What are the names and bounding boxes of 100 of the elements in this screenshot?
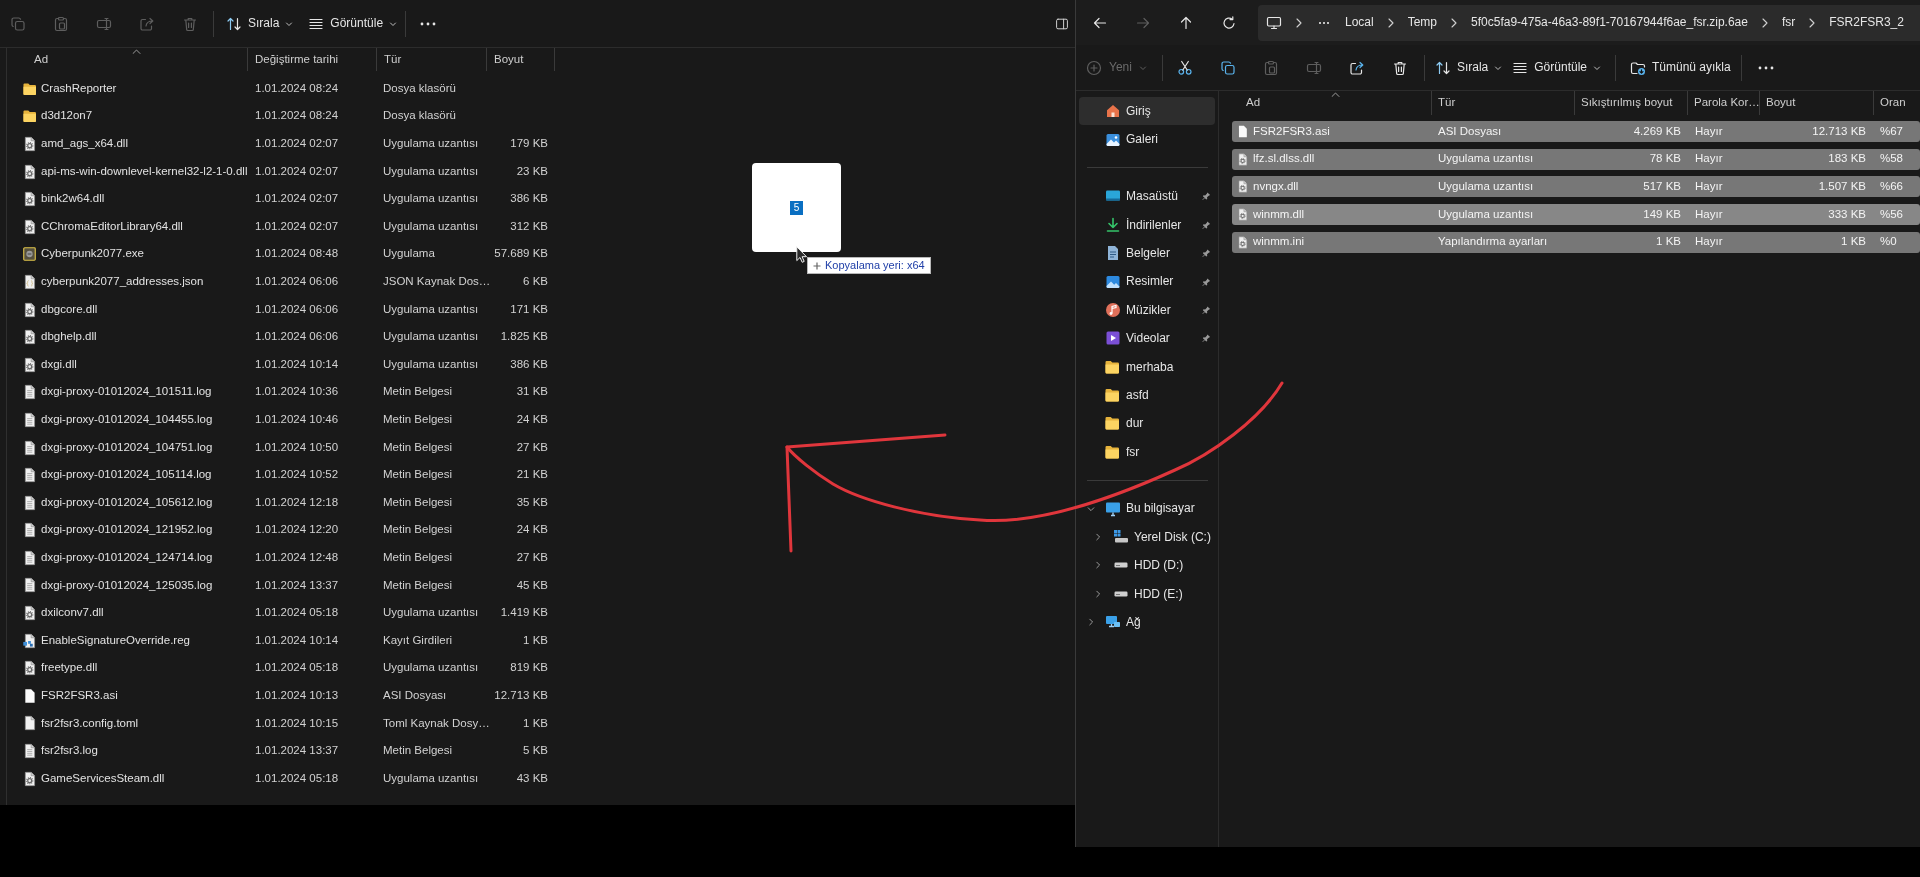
trash-icon (1391, 59, 1408, 76)
nav-item[interactable]: İndirilenler (1079, 210, 1215, 239)
file-name[interactable]: cyberpunk2077_addresses.json (41, 275, 204, 289)
extract-button[interactable]: Tümünü ayıkla (1626, 51, 1735, 84)
file-name[interactable]: CChromaEditorLibrary64.dll (41, 219, 183, 234)
file-row[interactable]: winmm.ini Yapılandırma ayarları 1 KB Hayır 1 KB %0 (1232, 231, 1920, 253)
nav-item[interactable]: Müzikler (1079, 295, 1215, 325)
file-name[interactable]: Cyberpunk2077.exe (41, 247, 144, 262)
sort-button[interactable]: Sırala (222, 7, 298, 40)
file-row[interactable]: lfz.sl.dlss.dll Uygulama uzantısı 78 KB Hayır 183 KB %58 (1232, 148, 1920, 170)
file-name[interactable]: api-ms-win-downlevel-kernel32-l2-1-0.dll (41, 164, 248, 179)
file-type: Uygulama uzantısı (383, 606, 479, 620)
file-name[interactable]: GameServicesSteam.dll (41, 771, 165, 786)
column-header[interactable]: Ad (7, 48, 248, 71)
file-name[interactable]: amd_ags_x64.dll (41, 137, 128, 151)
column-header[interactable]: Oran (1874, 91, 1905, 115)
file-name[interactable]: EnableSignatureOverride.reg (41, 633, 190, 648)
nav-item[interactable]: dur (1079, 409, 1215, 438)
breadcrumb[interactable]: 5f0c5fa9-475a-46a3-89f1-70167944f6ae_fsr.zip.6ae (1471, 15, 1748, 30)
folder-icon (23, 80, 36, 97)
drive-icon (1114, 590, 1128, 597)
column-header[interactable]: Tür (377, 48, 487, 71)
file-name[interactable]: d3d12on7 (41, 109, 93, 124)
nav-item[interactable]: fsr (1079, 437, 1215, 467)
file-name[interactable]: dbgcore.dll (41, 302, 98, 317)
file-name[interactable]: bink2w64.dll (41, 192, 105, 207)
compressed-size: 78 KB (1649, 152, 1681, 167)
modified-date: 1.01.2024 10:50 (255, 440, 339, 455)
file-size: 6 KB (523, 275, 548, 289)
file-name[interactable]: dxgi-proxy-01012024_105612.log (41, 495, 213, 510)
clipboard-icon (1262, 59, 1279, 76)
view-button[interactable]: Görüntüle (304, 7, 402, 40)
modified-date: 1.01.2024 10:14 (255, 357, 339, 372)
nav-item[interactable]: Videolar (1079, 324, 1215, 353)
column-header[interactable]: Değiştirme tarihi (248, 48, 377, 71)
breadcrumb[interactable]: Temp (1407, 15, 1438, 30)
nav-item[interactable]: Resimler (1079, 267, 1215, 296)
file-name[interactable]: dbghelp.dll (41, 330, 97, 345)
modified-date: 1.01.2024 10:14 (255, 633, 339, 648)
nav-item[interactable]: Belgeler (1079, 238, 1215, 268)
caret-icon (1494, 63, 1503, 72)
file-name[interactable]: dxgi-proxy-01012024_125035.log (41, 578, 213, 593)
nav-item[interactable]: Yerel Disk (C:) (1079, 522, 1215, 552)
file-name[interactable]: dxgi-proxy-01012024_124714.log (41, 551, 213, 565)
nav-item[interactable]: Galeri (1079, 125, 1215, 154)
rename-icon (1305, 59, 1322, 76)
pin-icon (1202, 191, 1211, 202)
gear-document-icon (23, 356, 36, 373)
breadcrumb[interactable]: fsr (1781, 15, 1796, 30)
breadcrumb[interactable]: Local (1345, 15, 1374, 30)
column-header[interactable]: Boyut (1760, 91, 1874, 115)
sort-icon (226, 15, 242, 32)
file-name[interactable]: dxgi-proxy-01012024_121952.log (41, 523, 213, 538)
breadcrumb[interactable]: FSR2FSR3_2 (1829, 15, 1904, 30)
file-name[interactable]: dxgi-proxy-01012024_101511.log (41, 385, 212, 400)
gear-document-icon (23, 329, 36, 346)
column-header[interactable]: Boyut (487, 48, 555, 71)
address-bar[interactable]: Local Temp 5f0c5fa9-475a-46a3-89f1-70167944f6ae_fsr.zip.6ae fsr FSR2FSR3_2 (1258, 4, 1920, 41)
compressed-size: 4.269 KB (1633, 124, 1681, 139)
column-header[interactable]: Sıkıştırılmış boyut (1575, 91, 1688, 115)
file-row[interactable]: FSR2FSR3.asi ASI Dosyası 4.269 KB Hayır 12.713 KB %67 (1232, 121, 1920, 142)
sort-button[interactable]: Sırala (1430, 51, 1507, 84)
nav-item[interactable]: asfd (1079, 380, 1215, 410)
column-header[interactable]: Parola Kor… (1688, 91, 1760, 115)
file-type: Uygulama uzantısı (383, 771, 479, 786)
modified-date: 1.01.2024 10:15 (255, 716, 339, 731)
file-name[interactable]: dxgi-proxy-01012024_104455.log (41, 413, 213, 427)
file-name[interactable]: CrashReporter (41, 81, 117, 96)
nav-item[interactable]: HDD (E:) (1079, 579, 1215, 608)
file-name[interactable]: freetype.dll (41, 661, 98, 676)
text-document-icon (23, 384, 36, 401)
modified-date: 1.01.2024 08:24 (255, 81, 339, 96)
nav-item[interactable]: merhaba (1079, 352, 1215, 381)
file-name[interactable]: fsr2fsr3.config.toml (41, 716, 139, 731)
nav-item[interactable]: Ağ (1079, 608, 1215, 637)
column-header[interactable]: Tür (1432, 91, 1575, 115)
nav-item[interactable]: Giriş (1079, 97, 1215, 126)
file-size: 23 KB (516, 164, 548, 179)
nav-item[interactable]: Bu bilgisayar (1079, 494, 1215, 523)
document-icon (23, 715, 36, 732)
file-row[interactable]: nvngx.dll Uygulama uzantısı 517 KB Hayır 1.507 KB %66 (1232, 176, 1920, 198)
file-name[interactable]: fsr2fsr3.log (41, 744, 98, 758)
file-name[interactable]: dxgi.dll (41, 357, 77, 372)
more-icon (1757, 65, 1774, 70)
folder-icon (1105, 358, 1121, 375)
file-name[interactable]: dxgi-proxy-01012024_105114.log (41, 468, 212, 482)
nav-item[interactable]: Masaüstü (1079, 182, 1215, 211)
file-type: Uygulama uzantısı (1438, 152, 1534, 167)
nav-item[interactable]: HDD (D:) (1079, 551, 1215, 580)
password-protected: Hayır (1695, 235, 1723, 250)
chevron-icon (1761, 17, 1768, 28)
file-size: 171 KB (510, 302, 548, 317)
column-header[interactable]: Ad (1232, 91, 1432, 115)
up-arrow-icon (1178, 14, 1194, 31)
file-name[interactable]: dxgi-proxy-01012024_104751.log (41, 440, 213, 455)
view-button[interactable]: Görüntüle (1508, 51, 1605, 84)
file-size: 333 KB (1828, 207, 1866, 222)
file-name[interactable]: FSR2FSR3.asi (41, 688, 118, 703)
download-icon (1105, 216, 1121, 233)
file-name[interactable]: dxilconv7.dll (41, 606, 104, 620)
